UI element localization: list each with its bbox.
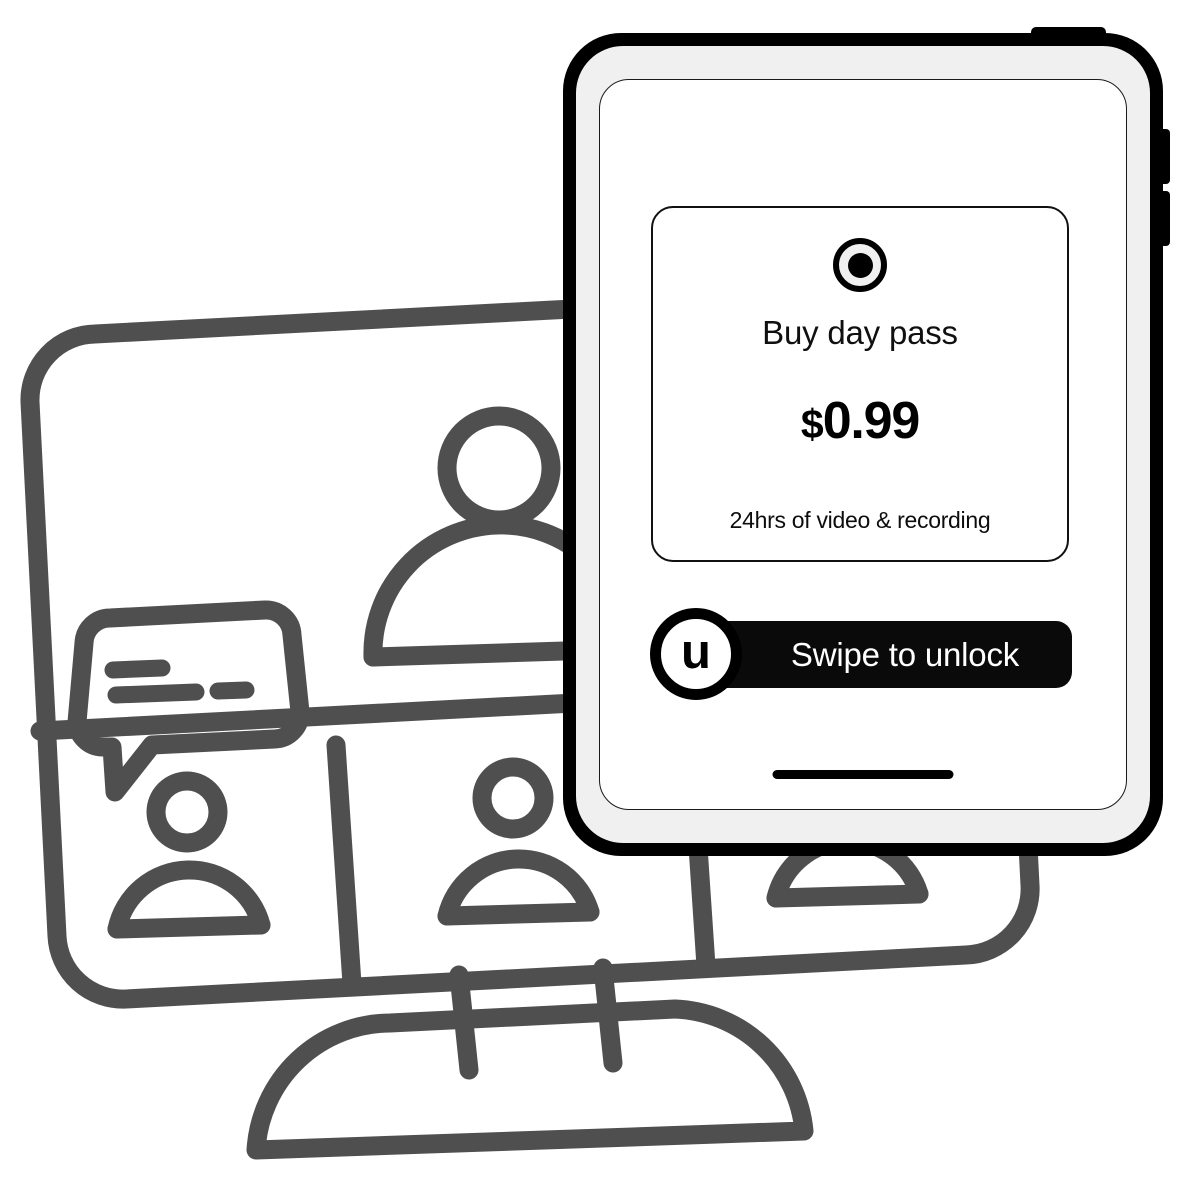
pass-price-amount: 0.99 — [822, 392, 921, 450]
swipe-label: Swipe to unlock — [790, 636, 1020, 673]
swipe-to-unlock-control[interactable]: Swipe to unlock u — [650, 608, 1072, 700]
pass-subtitle: 24hrs of video & recording — [729, 507, 991, 533]
pass-price: $0.99 — [800, 392, 921, 450]
day-pass-card[interactable]: Buy day pass $0.99 24hrs of video & reco… — [651, 206, 1069, 562]
radio-button-selected-icon[interactable] — [833, 238, 887, 292]
swipe-knob-glyph: u — [681, 624, 711, 679]
power-button[interactable] — [1031, 27, 1106, 41]
device-screen: Buy day pass $0.99 24hrs of video & reco… — [599, 79, 1127, 810]
radio-dot — [847, 252, 873, 278]
screenshot-stage: Buy day pass $0.99 24hrs of video & reco… — [0, 0, 1188, 1192]
volume-down-button[interactable] — [1161, 191, 1170, 246]
tablet-device: Buy day pass $0.99 24hrs of video & reco… — [563, 27, 1170, 856]
screen-content: Buy day pass $0.99 24hrs of video & reco… — [600, 80, 1126, 809]
pass-price-currency: $ — [800, 401, 824, 447]
home-indicator[interactable] — [772, 770, 954, 779]
volume-up-button[interactable] — [1161, 129, 1170, 184]
pass-title: Buy day pass — [762, 314, 958, 351]
unlock-brand-logo-icon[interactable]: u — [650, 608, 742, 700]
swipe-track[interactable]: Swipe to unlock — [694, 621, 1072, 688]
